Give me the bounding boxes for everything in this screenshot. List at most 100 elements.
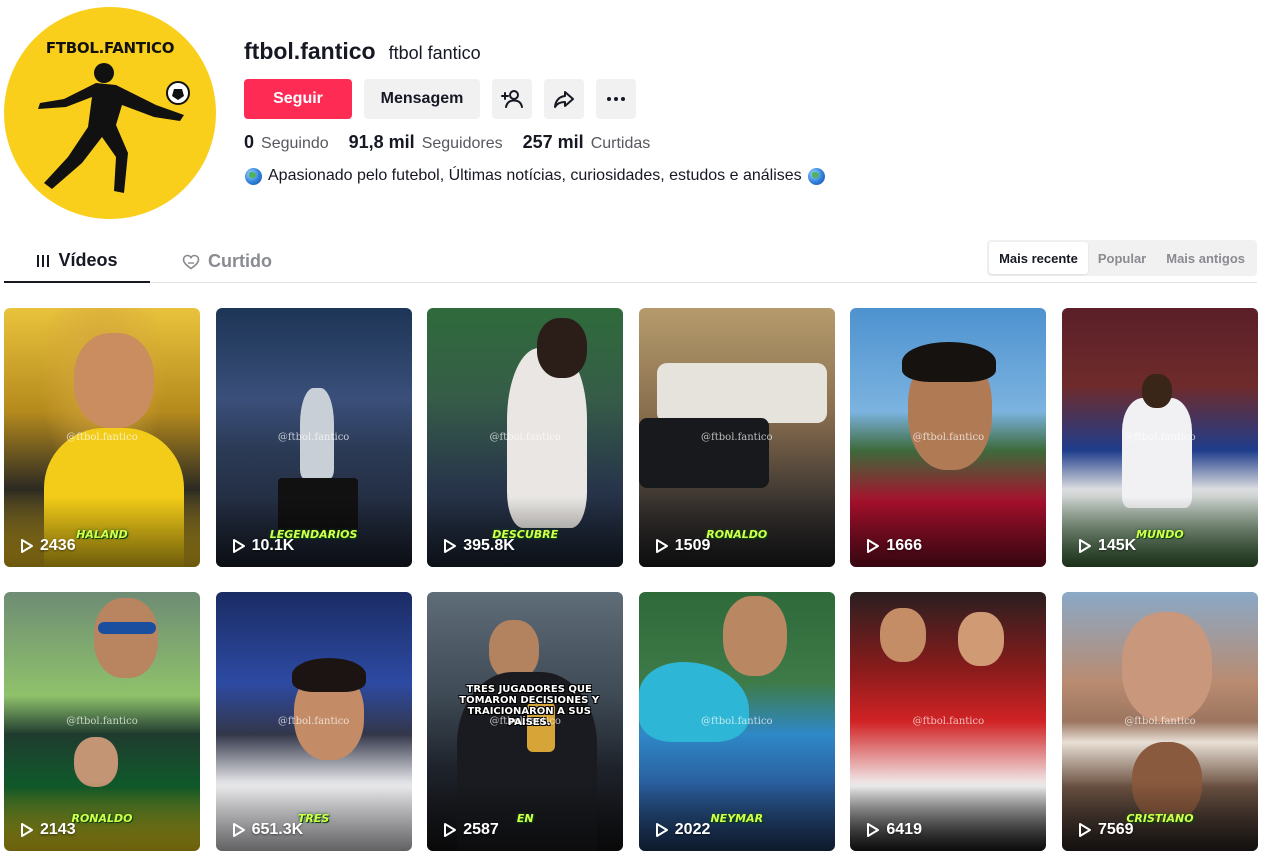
video-views: 6419 (866, 821, 922, 839)
thumbnail-figure (1121, 612, 1212, 722)
globe-emoji-icon (245, 167, 262, 185)
stat-value: 257 mil (522, 132, 584, 152)
profile-stats: 0 Seguindo 91,8 mil Seguidores 257 mil C… (244, 132, 650, 153)
stat-following[interactable]: 0 Seguindo (244, 132, 329, 153)
heart-outline-icon (182, 254, 200, 269)
thumbnail-figure (1141, 374, 1172, 408)
profile-tabs: Vídeos Curtido Mais recente Popular Mais… (4, 240, 1257, 283)
add-friend-button[interactable] (492, 79, 532, 119)
views-count: 651.3K (251, 821, 304, 838)
video-views: 2587 (443, 821, 499, 839)
play-icon (655, 539, 668, 553)
tab-liked[interactable]: Curtido (182, 240, 272, 283)
video-card[interactable]: @ftbol.fantico TRES 651.3K (215, 592, 412, 851)
play-icon (867, 823, 880, 837)
tab-videos-label: Vídeos (58, 250, 118, 270)
video-views: 10.1K (232, 537, 295, 555)
follow-button[interactable]: Seguir (244, 79, 352, 119)
views-count: 6419 (886, 821, 922, 838)
video-views: 1666 (866, 537, 922, 555)
video-watermark: @ftbol.fantico (66, 716, 138, 727)
video-card[interactable]: @ftbol.fantico RONALDO 2143 (4, 592, 200, 851)
play-icon (21, 539, 33, 553)
video-card[interactable]: @ftbol.fantico CRISTIANO 7569 (1061, 592, 1258, 851)
profile-names: ftbol.fantico ftbol fantico (244, 38, 481, 68)
play-icon (444, 539, 457, 553)
stat-value: 0 (244, 132, 255, 152)
video-card[interactable]: @ftbol.fantico MUNDO 145K (1061, 308, 1258, 567)
video-card[interactable]: @ftbol.fantico DESCUBRE 395.8K (427, 308, 624, 567)
views-count: 2022 (674, 821, 711, 838)
video-watermark: @ftbol.fantico (1124, 716, 1196, 727)
stat-likes: 257 mil Curtidas (523, 132, 651, 153)
share-button[interactable] (544, 79, 584, 119)
sort-option-oldest[interactable]: Mais antigos (1156, 242, 1255, 274)
sort-option-recent[interactable]: Mais recente (989, 242, 1088, 274)
video-views: 651.3K (232, 821, 304, 839)
views-count: 1509 (674, 537, 711, 554)
video-views: 145K (1078, 537, 1136, 555)
stat-followers[interactable]: 91,8 mil Seguidores (349, 132, 503, 153)
thumbnail-figure (902, 342, 997, 382)
video-views: 2143 (20, 821, 76, 839)
play-icon (232, 539, 245, 553)
thumbnail-figure (638, 418, 769, 488)
tab-liked-label: Curtido (208, 251, 272, 271)
thumbnail-figure (958, 612, 1005, 666)
video-watermark: @ftbol.fantico (277, 716, 350, 727)
play-icon (1078, 823, 1091, 837)
soccer-player-silhouette-icon (38, 63, 190, 193)
views-count: 2587 (463, 821, 499, 838)
play-icon (232, 823, 245, 837)
video-card[interactable]: @ftbol.fantico NEYMAR 2022 (638, 592, 835, 851)
play-icon (21, 823, 33, 837)
profile-actions: Seguir Mensagem (244, 79, 636, 119)
play-icon (444, 823, 457, 837)
globe-emoji-icon (807, 167, 825, 185)
video-views: 7569 (1078, 821, 1134, 839)
thumbnail-figure (291, 658, 366, 692)
video-card[interactable]: @ftbol.fantico 6419 (850, 592, 1047, 851)
video-card[interactable]: @ftbol.fantico RONALDO 1509 (638, 308, 835, 567)
views-count: 7569 (1097, 821, 1134, 838)
thumbnail-figure (74, 737, 118, 787)
stat-label: Curtidas (590, 135, 651, 152)
video-watermark: @ftbol.fantico (912, 432, 985, 443)
views-count: 1666 (886, 537, 922, 554)
stat-label: Seguidores (421, 135, 503, 152)
views-count: 2143 (40, 821, 76, 838)
sort-toggle: Mais recente Popular Mais antigos (987, 240, 1257, 276)
more-options-button[interactable] (596, 79, 636, 119)
play-icon (655, 823, 668, 837)
video-card[interactable]: @ftbol.fantico LEGENDARIOS 10.1K (215, 308, 412, 567)
thumbnail-figure (94, 598, 158, 678)
views-count: 2436 (40, 537, 76, 554)
views-count: 145K (1097, 537, 1137, 554)
video-card[interactable]: @ftbol.fantico HALAND 2436 (4, 308, 200, 567)
profile-bio: Apasionado pelo futebol, Últimas notícia… (245, 167, 825, 185)
grid-bars-icon (37, 254, 50, 267)
video-views: 2022 (655, 821, 711, 839)
play-icon (1078, 539, 1091, 553)
video-card[interactable]: TRES JUGADORES QUE TOMARON DECISIONES Y … (427, 592, 624, 851)
video-watermark: @ftbol.fantico (701, 716, 773, 727)
message-button[interactable]: Mensagem (364, 79, 480, 119)
video-card[interactable]: @ftbol.fantico 1666 (850, 308, 1047, 567)
video-watermark: @ftbol.fantico (1124, 432, 1196, 443)
sort-option-popular[interactable]: Popular (1088, 242, 1156, 274)
video-views: 2436 (20, 537, 76, 555)
views-count: 10.1K (251, 537, 295, 554)
views-count: 395.8K (463, 537, 515, 554)
profile-avatar[interactable]: FTBOL.FANTICO (4, 7, 216, 219)
thumbnail-figure (1121, 398, 1192, 508)
person-plus-icon (501, 90, 523, 108)
thumbnail-figure (489, 620, 540, 680)
tab-videos[interactable]: Vídeos (4, 240, 150, 283)
video-watermark: @ftbol.fantico (701, 432, 773, 443)
video-watermark: @ftbol.fantico (489, 432, 561, 443)
video-watermark: @ftbol.fantico (912, 716, 985, 727)
thumbnail-figure (98, 622, 156, 634)
video-views: 1509 (655, 537, 711, 555)
thumbnail-figure (722, 596, 787, 676)
thumbnail-figure (74, 333, 154, 428)
